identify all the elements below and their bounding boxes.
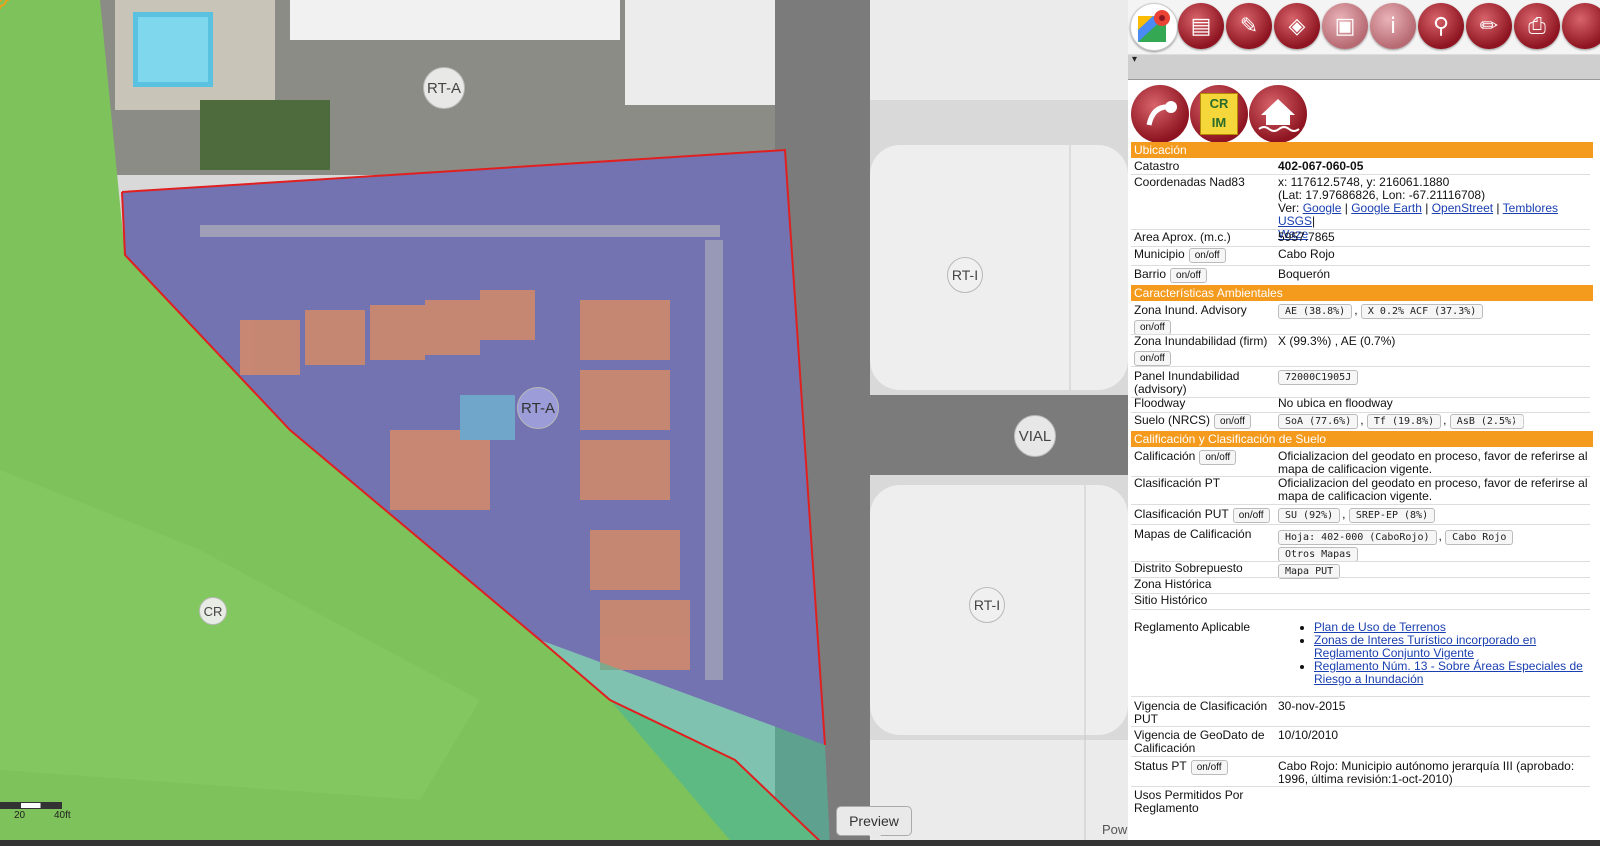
calificacion-label: Calificación <box>1134 449 1196 463</box>
barrio-value: Boquerón <box>1278 267 1331 281</box>
panel-inundabilidad-label: Panel Inundabilidad (advisory) <box>1134 369 1240 396</box>
printer-icon[interactable]: ⎙ <box>1514 3 1560 49</box>
vigencia-geodato-label: Vigencia de GeoDato de Calificación <box>1134 728 1265 755</box>
zona-advisory-pill-x[interactable]: X 0.2% ACF (37.3%) <box>1360 304 1484 319</box>
vigencia-geodato-value: 10/10/2010 <box>1278 728 1339 742</box>
toolbar: ▤ ✎ ◈ ▣ ⅰ ⚲ ✏ ⎙ <box>1128 0 1600 55</box>
floodway-label: Floodway <box>1134 396 1186 410</box>
layers-stack-icon[interactable]: ◈ <box>1274 3 1320 49</box>
info-icon[interactable]: ⅰ <box>1370 3 1416 49</box>
zona-advisory-pill-ae[interactable]: AE (38.8%) <box>1278 304 1353 319</box>
link-google[interactable]: Google <box>1303 201 1342 215</box>
layers-icon[interactable]: ▤ <box>1178 3 1224 49</box>
vigencia-clasificacion-value: 30-nov-2015 <box>1278 699 1346 713</box>
crim-logo[interactable]: CR IM <box>1190 85 1248 143</box>
scale-label-40ft: 40ft <box>54 810 71 821</box>
bottom-bar <box>0 840 1600 846</box>
municipio-onoff-button[interactable]: on/off <box>1188 248 1226 263</box>
dropdown-arrow-icon[interactable]: ▾ <box>1132 54 1137 65</box>
crosshair-target-icon[interactable] <box>0 0 9 9</box>
barrio-onoff-button[interactable]: on/off <box>1170 268 1207 283</box>
link-plan-uso-terrenos[interactable]: Plan de Uso de Terrenos <box>1314 620 1446 634</box>
google-maps-icon[interactable] <box>1130 3 1178 51</box>
municipio-label: Municipio <box>1134 247 1185 261</box>
powered-by-text: Pow <box>1102 822 1128 837</box>
zone-label-vial: VIAL <box>1014 415 1056 457</box>
preview-button[interactable]: Preview <box>836 806 912 842</box>
pencil-icon[interactable]: ✏ <box>1466 3 1512 49</box>
zona-advisory-onoff-button[interactable]: on/off <box>1134 320 1171 335</box>
clasificacion-pt-value: Oficializacion del geodato en proceso, f… <box>1278 476 1588 503</box>
section-caracteristicas-ambientales: Características Ambientales <box>1131 285 1593 301</box>
scale-bar: 20 40ft <box>0 798 71 826</box>
coordenadas-label: Coordenadas Nad83 <box>1134 175 1245 189</box>
suelo-pill-soa[interactable]: SoA (77.6%) <box>1278 414 1359 429</box>
calificacion-value: Oficializacion del geodato en proceso, f… <box>1278 449 1588 476</box>
zona-advisory-label: Zona Inund. Advisory <box>1134 303 1247 317</box>
link-zonas-interes-turistico[interactable]: Zonas de Interes Turístico incorporado e… <box>1314 633 1536 660</box>
print-map-icon[interactable]: ▣ <box>1322 3 1368 49</box>
suelo-onoff-button[interactable]: on/off <box>1214 414 1251 429</box>
put-pill-su[interactable]: SU (92%) <box>1278 508 1341 523</box>
panel-inundabilidad-pill[interactable]: 72000C1905J <box>1278 370 1359 385</box>
usos-permitidos-label: Usos Permitidos Por Reglamento <box>1134 788 1244 815</box>
area-label: Area Aprox. (m.c.) <box>1134 230 1231 244</box>
calificacion-onoff-button[interactable]: on/off <box>1199 450 1237 465</box>
area-value: 5957.7865 <box>1278 230 1335 244</box>
clasificacion-pt-label: Clasificación PT <box>1134 476 1221 490</box>
mapa-pill-hoja[interactable]: Hoja: 402-000 (CaboRojo) <box>1278 530 1437 545</box>
distrito-sobrepuesto-label: Distrito Sobrepuesto <box>1134 561 1243 575</box>
status-pt-value: Cabo Rojo: Municipio autónomo jerarquía … <box>1278 759 1575 786</box>
status-pt-label: Status PT <box>1134 759 1187 773</box>
mapas-calificacion-label: Mapas de Calificación <box>1134 527 1252 541</box>
barrio-label: Barrio <box>1134 267 1167 281</box>
catastro-label: Catastro <box>1134 159 1180 173</box>
zone-label-cr: CR <box>199 597 227 625</box>
more-tools-icon[interactable] <box>1562 3 1600 49</box>
sitio-historico-label: Sitio Histórico <box>1134 593 1208 607</box>
link-reglamento-13[interactable]: Reglamento Núm. 13 - Sobre Áreas Especia… <box>1314 659 1583 686</box>
eraser-icon[interactable]: ✎ <box>1226 3 1272 49</box>
crim-logo-text: CR IM <box>1200 93 1238 135</box>
suelo-label: Suelo (NRCS) <box>1134 413 1211 427</box>
section-ubicacion: Ubicación <box>1131 142 1593 158</box>
vigencia-clasificacion-label: Vigencia de Clasificación PUT <box>1134 699 1268 726</box>
zone-label-rt-i-upper: RT-I <box>947 257 983 293</box>
floodway-value: No ubica en floodway <box>1278 396 1393 410</box>
ver-prefix: Ver: <box>1278 201 1300 215</box>
clasificacion-put-label: Clasificación PUT <box>1134 507 1229 521</box>
municipio-value: Cabo Rojo <box>1278 247 1335 261</box>
suelo-pill-tf[interactable]: Tf (19.8%) <box>1366 414 1442 429</box>
catastro-value: 402-067-060-05 <box>1278 159 1364 173</box>
link-google-earth[interactable]: Google Earth <box>1351 201 1422 215</box>
map-view[interactable]: RT-A RT-A RT-I VIAL RT-I CR 20 40ft Prev… <box>0 0 1128 846</box>
search-icon[interactable]: ⚲ <box>1418 3 1464 49</box>
zone-label-rt-a-top: RT-A <box>423 67 465 109</box>
info-panel: CR IM Ubicación Catastro 402-067-060-05 … <box>1128 80 1600 840</box>
house-flood-icon[interactable] <box>1249 85 1307 143</box>
mapa-pill-cabo-rojo[interactable]: Cabo Rojo <box>1445 530 1514 545</box>
status-pt-onoff-button[interactable]: on/off <box>1190 760 1228 775</box>
zone-label-rt-a-parcel: RT-A <box>517 387 559 429</box>
mapa-pill-otros[interactable]: Otros Mapas <box>1278 547 1359 562</box>
zona-firm-onoff-button[interactable]: on/off <box>1134 351 1171 366</box>
zona-historica-label: Zona Histórica <box>1134 577 1212 591</box>
scale-label-20: 20 <box>14 810 26 821</box>
put-pill-srep[interactable]: SREP-EP (8%) <box>1348 508 1436 523</box>
link-openstreet[interactable]: OpenStreet <box>1432 201 1493 215</box>
reglamento-label: Reglamento Aplicable <box>1134 620 1251 634</box>
watermark: StellarMLS <box>1510 413 1589 430</box>
zona-firm-label: Zona Inundabilidad (firm) <box>1134 334 1268 348</box>
zona-firm-value: X (99.3%) , AE (0.7%) <box>1278 334 1396 348</box>
reuse-icon[interactable] <box>1131 85 1189 143</box>
zone-label-rt-i-lower: RT-I <box>969 587 1005 623</box>
clasificacion-put-onoff-button[interactable]: on/off <box>1232 508 1270 523</box>
section-calificacion: Calificación y Clasificación de Suelo <box>1131 431 1593 447</box>
map-canvas[interactable] <box>0 0 1128 846</box>
